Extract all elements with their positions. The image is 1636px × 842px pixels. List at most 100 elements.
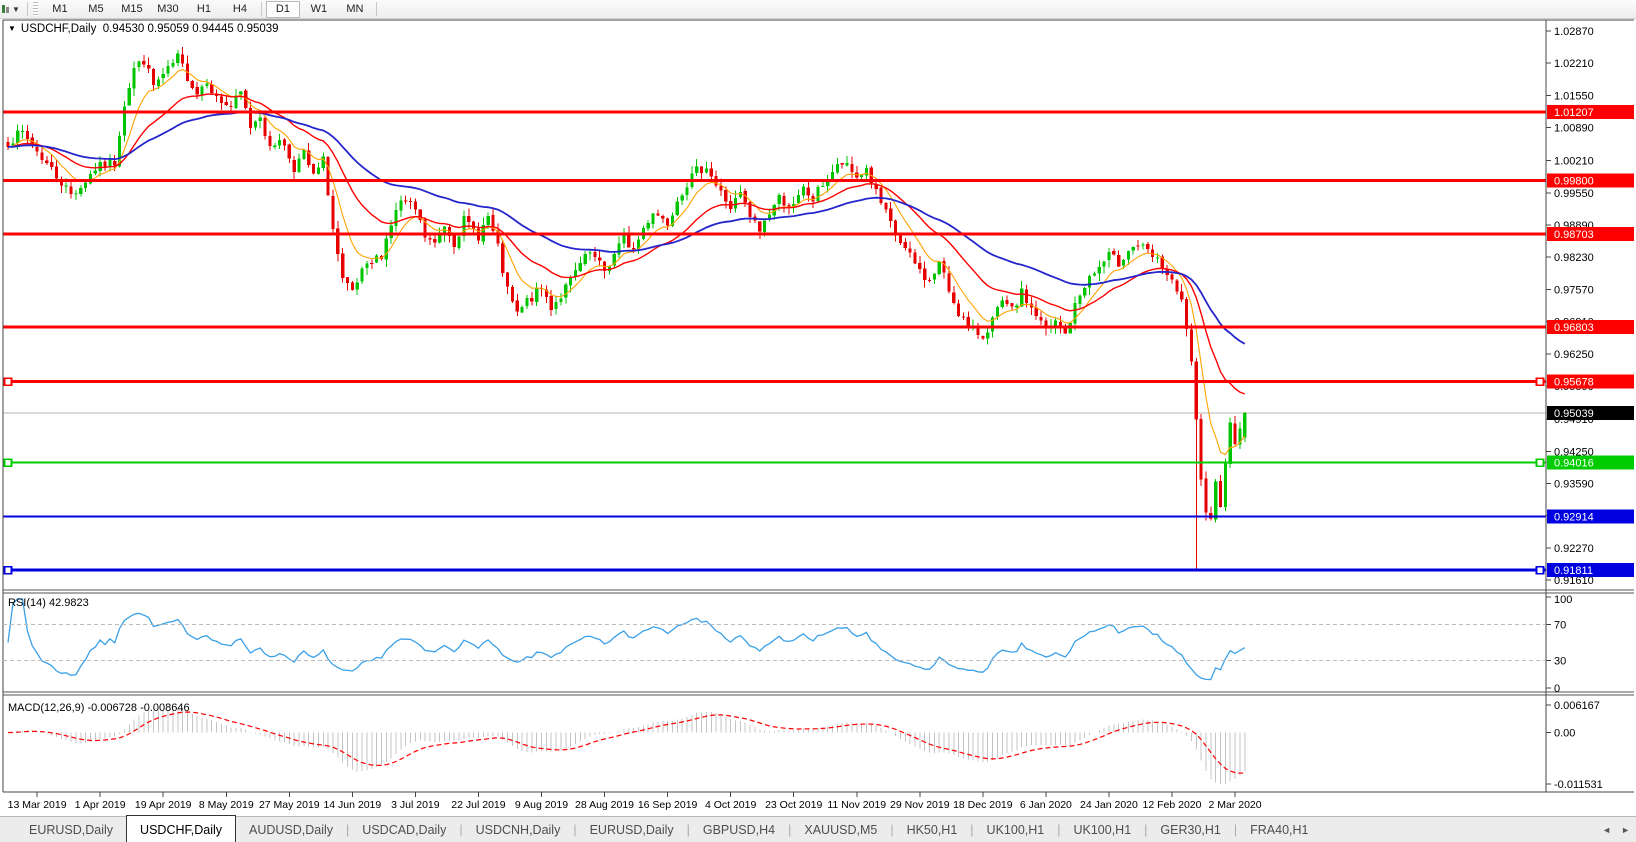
candle-body [661, 216, 664, 218]
candle-body [1243, 413, 1246, 438]
chart-canvas[interactable]: 1.028701.022101.015501.008901.002100.995… [0, 19, 1636, 815]
candle-body [705, 169, 708, 173]
candle-body [65, 185, 68, 186]
candle-body [487, 216, 490, 225]
tab-scroll-right-icon[interactable]: ► [1621, 825, 1630, 835]
candle-body [685, 187, 688, 195]
candle-body [1093, 273, 1096, 275]
timeframe-button-W1[interactable]: W1 [302, 1, 336, 18]
chart-tool-icon[interactable] [0, 3, 11, 15]
candle-body [220, 97, 223, 103]
candle-body [370, 263, 373, 264]
candle-body [259, 117, 262, 121]
candle-body [50, 162, 53, 167]
price-badge-label: 0.92914 [1554, 511, 1594, 523]
candle-body [938, 261, 941, 273]
timeframe-button-H1[interactable]: H1 [187, 1, 221, 18]
timeframe-button-H4[interactable]: H4 [223, 1, 257, 18]
candle-body [263, 118, 266, 136]
timeframe-button-M30[interactable]: M30 [151, 1, 185, 18]
level-handle[interactable] [1537, 459, 1544, 466]
rsi-axis-label: 0 [1554, 683, 1560, 695]
candle-body [656, 213, 659, 215]
rsi-line [8, 599, 1245, 680]
candle-body [26, 131, 29, 139]
candle-body [1195, 362, 1198, 420]
price-badge-label: 0.99800 [1554, 176, 1594, 188]
candle-body [700, 167, 703, 174]
levels-layer[interactable] [3, 112, 1546, 574]
candle-body [724, 190, 727, 202]
candle-body [782, 196, 785, 206]
candle-body [171, 63, 174, 67]
candle-body [312, 164, 315, 173]
mas-layer [8, 70, 1245, 774]
chart-tab-audusd-daily[interactable]: AUDUSD,Daily [236, 817, 346, 842]
chart-tab-eurusd-daily[interactable]: EURUSD,Daily [16, 817, 126, 842]
level-handle[interactable] [5, 567, 12, 574]
candle-body [99, 162, 102, 171]
chart-tab-usdcnh-daily[interactable]: USDCNH,Daily [463, 817, 574, 842]
chart-tab-fra40-h1[interactable]: FRA40,H1 [1237, 817, 1321, 842]
candle-body [554, 302, 557, 309]
candle-body [1175, 281, 1178, 292]
candle-body [137, 61, 140, 67]
level-handle[interactable] [5, 459, 12, 466]
candle-body [1006, 300, 1009, 304]
candle-body [778, 195, 781, 204]
candle-body [632, 248, 635, 249]
candle-body [865, 168, 868, 175]
candle-body [297, 158, 300, 171]
candle-body [821, 186, 824, 187]
candle-body [1098, 267, 1101, 273]
chart-tab-hk50-h1[interactable]: HK50,H1 [894, 817, 971, 842]
chart-tab-gbpusd-h4[interactable]: GBPUSD,H4 [690, 817, 788, 842]
candle-body [879, 188, 882, 203]
chart-tab-ger30-h1[interactable]: GER30,H1 [1147, 817, 1233, 842]
timeframe-button-M15[interactable]: M15 [115, 1, 149, 18]
candle-body [331, 196, 334, 229]
chart-tab-uk100-h1[interactable]: UK100,H1 [974, 817, 1058, 842]
candle-body [356, 283, 359, 290]
timeframe-button-M1[interactable]: M1 [43, 1, 77, 18]
level-handle[interactable] [5, 378, 12, 385]
timeframe-button-MN[interactable]: MN [338, 1, 372, 18]
candle-body [273, 146, 276, 148]
candle-body [346, 277, 349, 283]
toolbar-grip-handle[interactable] [33, 2, 38, 16]
date-axis-label: 13 Mar 2019 [8, 799, 67, 811]
chevron-down-icon[interactable]: ▼ [12, 5, 20, 14]
candle-body [889, 208, 892, 220]
candle-body [676, 201, 679, 215]
chart-tab-usdchf-daily[interactable]: USDCHF,Daily [126, 815, 236, 842]
chart-tab-usdcad-daily[interactable]: USDCAD,Daily [349, 817, 459, 842]
chart-tab-uk100-h1[interactable]: UK100,H1 [1060, 817, 1144, 842]
date-axis-label: 18 Dec 2019 [953, 799, 1013, 811]
candle-body [293, 160, 296, 172]
candle-body [904, 242, 907, 248]
date-axis-label: 8 May 2019 [199, 799, 254, 811]
timeframe-button-D1[interactable]: D1 [266, 1, 300, 18]
candle-body [501, 244, 504, 273]
candle-body [1127, 251, 1130, 259]
candle-body [909, 248, 912, 252]
candle-body [1015, 306, 1018, 308]
timeframe-button-M5[interactable]: M5 [79, 1, 113, 18]
level-handle[interactable] [1537, 567, 1544, 574]
chart-tab-xauusd-m5[interactable]: XAUUSD,M5 [791, 817, 890, 842]
candle-body [996, 307, 999, 316]
candle-body [957, 303, 960, 315]
level-handle[interactable] [1537, 378, 1544, 385]
candle-body [94, 171, 97, 174]
chart-tab-eurusd-daily[interactable]: EURUSD,Daily [577, 817, 687, 842]
timeframe-toolbar: ▼ M1M5M15M30H1H4 D1W1MN [0, 0, 1636, 19]
candle-body [142, 61, 145, 64]
candle-body [147, 65, 150, 68]
symbol-caret-icon[interactable]: ▼ [8, 24, 16, 33]
candle-body [734, 198, 737, 209]
tab-scroll-left-icon[interactable]: ◄ [1602, 825, 1611, 835]
ma-line-mid [8, 94, 1245, 394]
chart-window: ▼USDCHF,Daily 0.94530 0.95059 0.94445 0.… [0, 19, 1636, 815]
candle-body [385, 239, 388, 260]
candle-body [239, 92, 242, 95]
